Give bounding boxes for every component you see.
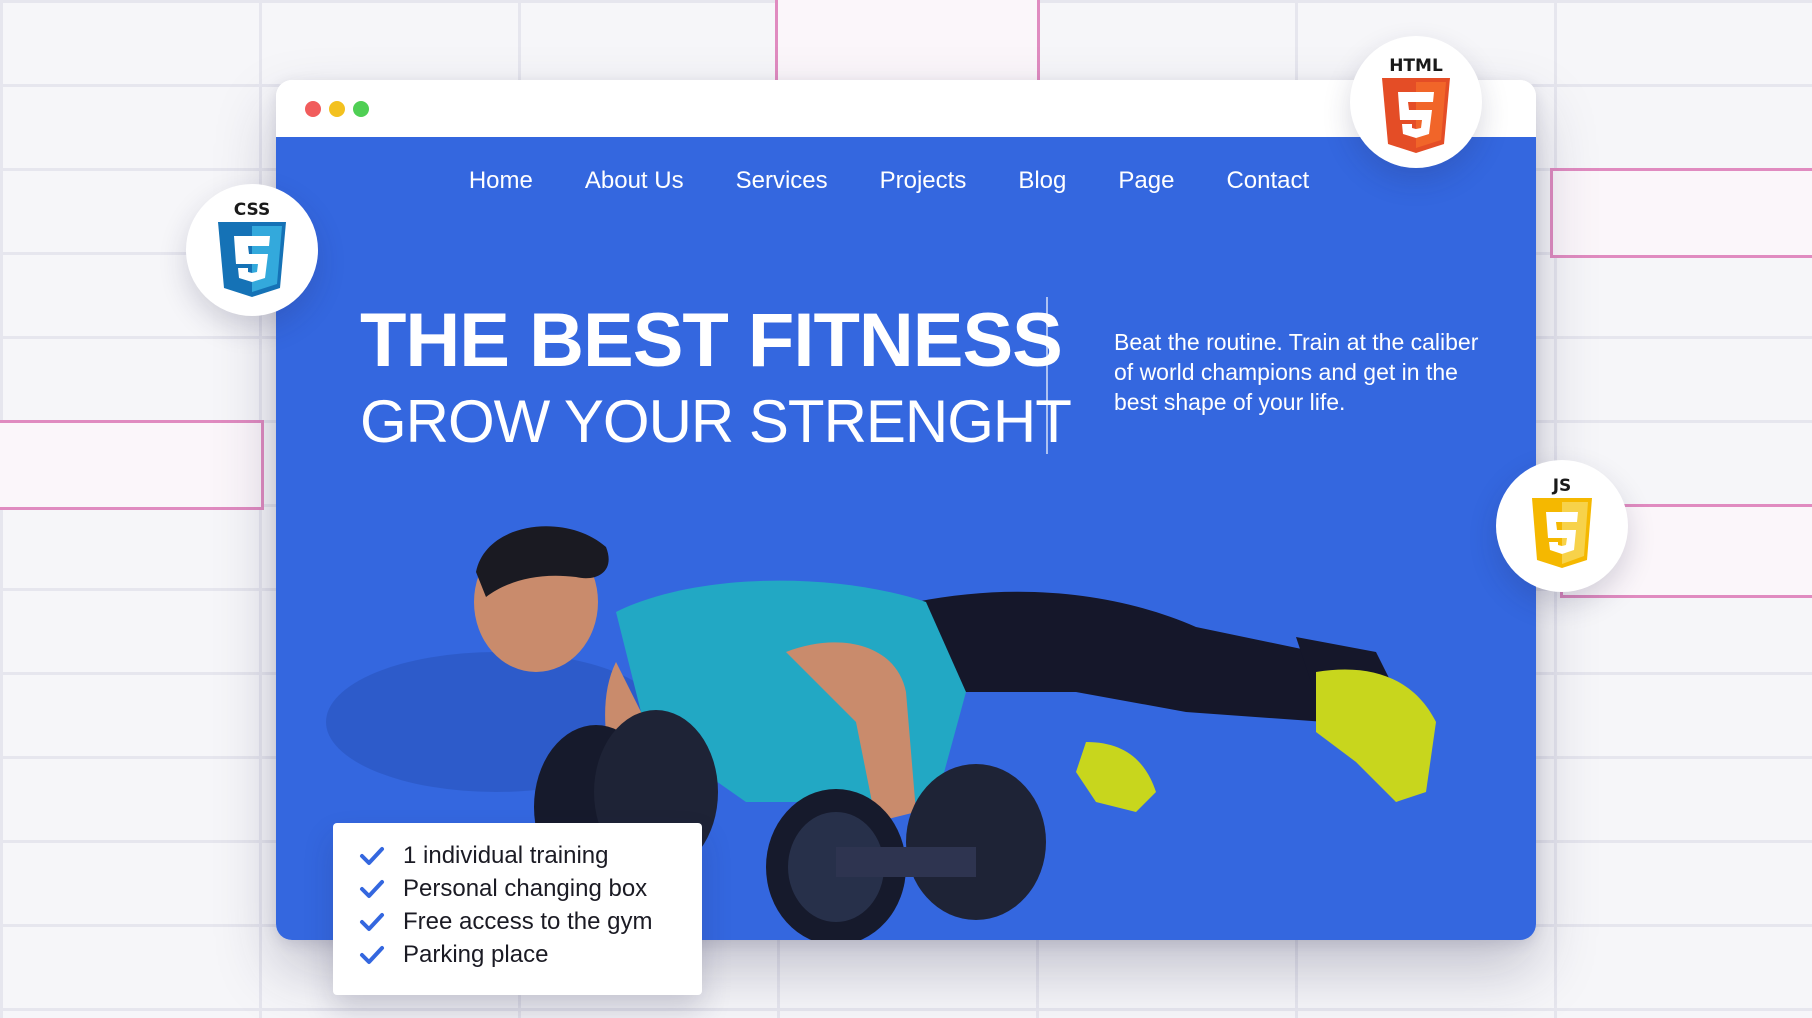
javascript-icon: JS <box>1532 476 1592 568</box>
list-item: 1 individual training <box>359 839 702 872</box>
maximize-window-dot[interactable] <box>353 101 369 117</box>
browser-window: Home About Us Services Projects Blog Pag… <box>276 80 1536 940</box>
check-icon <box>360 945 384 964</box>
nav-about-us[interactable]: About Us <box>585 167 684 195</box>
svg-text:CSS: CSS <box>234 200 271 220</box>
list-item: Parking place <box>359 938 702 971</box>
hero-subtitle: GROW YOUR STRENGHT <box>360 388 1072 455</box>
feature-text: Free access to the gym <box>403 907 653 935</box>
website-hero: Home About Us Services Projects Blog Pag… <box>276 137 1536 940</box>
browser-titlebar <box>276 80 1536 137</box>
html5-icon: HTML <box>1382 56 1450 153</box>
feature-text: Parking place <box>403 940 549 968</box>
feature-text: 1 individual training <box>403 841 609 869</box>
main-nav: Home About Us Services Projects Blog Pag… <box>276 167 1536 195</box>
check-icon <box>360 912 384 931</box>
hero-description: Beat the routine. Train at the caliber o… <box>1114 329 1479 415</box>
decor-rect <box>0 420 264 510</box>
html5-badge: HTML <box>1350 36 1482 168</box>
features-card: 1 individual training Personal changing … <box>333 823 702 995</box>
nav-services[interactable]: Services <box>736 167 828 195</box>
close-window-dot[interactable] <box>305 101 321 117</box>
css3-badge: CSS <box>186 184 318 316</box>
svg-text:HTML: HTML <box>1389 56 1443 76</box>
nav-page[interactable]: Page <box>1118 167 1174 195</box>
decor-rect <box>775 0 1040 86</box>
nav-home[interactable]: Home <box>469 167 533 195</box>
css3-icon: CSS <box>218 200 286 297</box>
list-item: Personal changing box <box>359 872 702 905</box>
js-badge: JS <box>1496 460 1628 592</box>
check-icon <box>360 846 384 865</box>
hero-title: THE BEST FITNESS <box>360 298 1063 383</box>
nav-blog[interactable]: Blog <box>1018 167 1066 195</box>
feature-text: Personal changing box <box>403 874 648 902</box>
check-icon <box>360 879 384 898</box>
decor-rect <box>1550 168 1812 258</box>
list-item: Free access to the gym <box>359 905 702 938</box>
nav-contact[interactable]: Contact <box>1226 167 1309 195</box>
nav-projects[interactable]: Projects <box>880 167 967 195</box>
minimize-window-dot[interactable] <box>329 101 345 117</box>
hero-divider <box>1046 297 1048 454</box>
svg-text:JS: JS <box>1552 476 1572 496</box>
